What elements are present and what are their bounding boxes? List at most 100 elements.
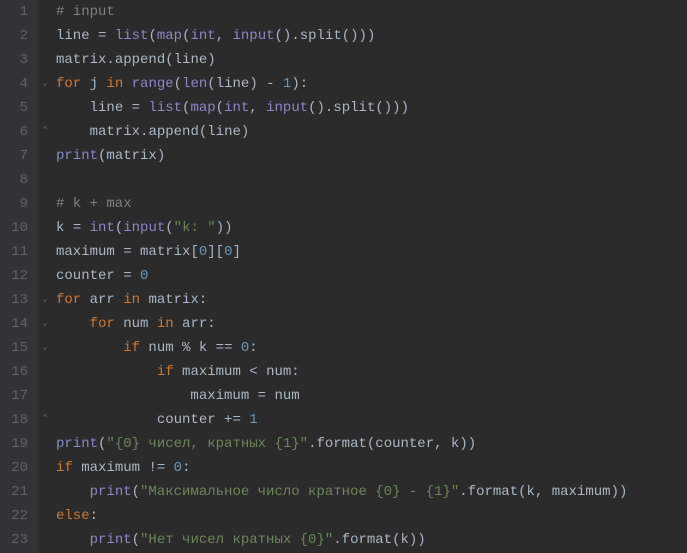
token-punct: ())) [342, 28, 376, 44]
token-ident: num [274, 388, 299, 404]
code-line[interactable]: if maximum < num: [56, 360, 627, 384]
token-ident: format [316, 436, 366, 452]
code-area[interactable]: # inputline = list(map(int, input().spli… [52, 0, 627, 553]
fold-open-icon[interactable]: ⌄ [40, 343, 50, 353]
code-line[interactable]: matrix.append(line) [56, 120, 627, 144]
code-line[interactable]: print(matrix) [56, 144, 627, 168]
token-builtin: list [115, 28, 149, 44]
token-builtin: int [224, 100, 249, 116]
token-builtin: print [56, 148, 98, 164]
code-line[interactable]: for j in range(len(line) - 1): [56, 72, 627, 96]
code-line[interactable]: counter += 1 [56, 408, 627, 432]
code-line[interactable]: matrix.append(line) [56, 48, 627, 72]
token-ident: counter [375, 436, 434, 452]
line-number: 15 [8, 336, 28, 360]
token-number: 0 [140, 268, 148, 284]
line-number: 3 [8, 48, 28, 72]
code-line[interactable]: line = list(map(int, input().split())) [56, 96, 627, 120]
fold-open-icon[interactable]: ⌄ [40, 319, 50, 329]
code-line[interactable]: if maximum != 0: [56, 456, 627, 480]
code-line[interactable]: # k + max [56, 192, 627, 216]
token-number: 0 [199, 244, 207, 260]
code-line[interactable]: k = int(input("k: ")) [56, 216, 627, 240]
token-ident [123, 76, 131, 92]
token-keyword: in [106, 76, 123, 92]
token-punct: : [182, 460, 190, 476]
line-number-gutter: 1234567891011121314151617181920212223 [0, 0, 38, 553]
token-builtin: list [148, 100, 182, 116]
token-builtin: print [90, 532, 132, 548]
code-line[interactable] [56, 168, 627, 192]
fold-close-icon[interactable]: ⌃ [40, 127, 50, 137]
token-punct: , [216, 28, 233, 44]
token-punct: ( [115, 220, 123, 236]
token-punct: . [459, 484, 467, 500]
code-line[interactable]: # input [56, 0, 627, 24]
line-number: 17 [8, 384, 28, 408]
token-punct: )) [409, 532, 426, 548]
token-punct: )) [459, 436, 476, 452]
token-punct: ) [157, 148, 165, 164]
line-number: 13 [8, 288, 28, 312]
token-ident: matrix [106, 148, 156, 164]
line-number: 6 [8, 120, 28, 144]
token-ident: maximum [174, 364, 250, 380]
token-punct: ( [165, 52, 173, 68]
token-ident: num [115, 316, 157, 332]
fold-open-icon[interactable]: ⌄ [40, 79, 50, 89]
code-line[interactable]: print("Нет чисел кратных {0}".format(k)) [56, 528, 627, 552]
code-line[interactable]: print("{0} чисел, кратных {1}".format(co… [56, 432, 627, 456]
token-punct: : [291, 364, 299, 380]
fold-column[interactable]: ⌄ ⌃ ⌄ ⌄ ⌄ ⌃ [38, 0, 52, 553]
token-punct: , [535, 484, 552, 500]
token-punct: = [123, 268, 140, 284]
token-punct: ( [207, 76, 215, 92]
token-ident: counter [157, 412, 224, 428]
line-number: 1 [8, 0, 28, 24]
token-punct: ) [241, 124, 249, 140]
token-number: 1 [249, 412, 257, 428]
token-punct: ( [132, 532, 140, 548]
code-line[interactable]: maximum = num [56, 384, 627, 408]
code-line[interactable]: else: [56, 504, 627, 528]
token-ident: split [300, 28, 342, 44]
code-line[interactable]: line = list(map(int, input().split())) [56, 24, 627, 48]
line-number: 9 [8, 192, 28, 216]
token-punct: : [199, 292, 207, 308]
line-number: 22 [8, 504, 28, 528]
line-number: 7 [8, 144, 28, 168]
token-ident: matrix [140, 292, 199, 308]
code-editor[interactable]: 1234567891011121314151617181920212223 ⌄⌃… [0, 0, 687, 553]
token-ident: counter [56, 268, 123, 284]
token-punct: = [258, 388, 275, 404]
code-line[interactable]: for arr in matrix: [56, 288, 627, 312]
line-number: 4 [8, 72, 28, 96]
token-punct: += [224, 412, 249, 428]
token-punct: (). [308, 100, 333, 116]
token-ident: matrix [140, 244, 190, 260]
token-punct: : [207, 316, 215, 332]
token-punct: != [148, 460, 173, 476]
token-ident: num [140, 340, 182, 356]
token-string: "{0} чисел, кратных {1}" [106, 436, 308, 452]
code-line[interactable]: if num % k == 0: [56, 336, 627, 360]
token-ident: append [148, 124, 198, 140]
code-line[interactable]: counter = 0 [56, 264, 627, 288]
fold-close-icon[interactable]: ⌃ [40, 415, 50, 425]
token-punct: = [73, 220, 90, 236]
token-builtin: range [132, 76, 174, 92]
token-ident: line [207, 124, 241, 140]
fold-open-icon[interactable]: ⌄ [40, 295, 50, 305]
code-line[interactable]: for num in arr: [56, 312, 627, 336]
token-punct: ) [207, 52, 215, 68]
token-punct: ( [518, 484, 526, 500]
token-ident: k [199, 340, 216, 356]
code-line[interactable]: maximum = matrix[0][0] [56, 240, 627, 264]
token-keyword: in [123, 292, 140, 308]
code-line[interactable]: print("Максимальное число кратное {0} - … [56, 480, 627, 504]
line-number: 8 [8, 168, 28, 192]
token-ident: arr [174, 316, 208, 332]
token-punct: , [249, 100, 266, 116]
token-punct: ) - [249, 76, 283, 92]
token-punct: < [249, 364, 266, 380]
